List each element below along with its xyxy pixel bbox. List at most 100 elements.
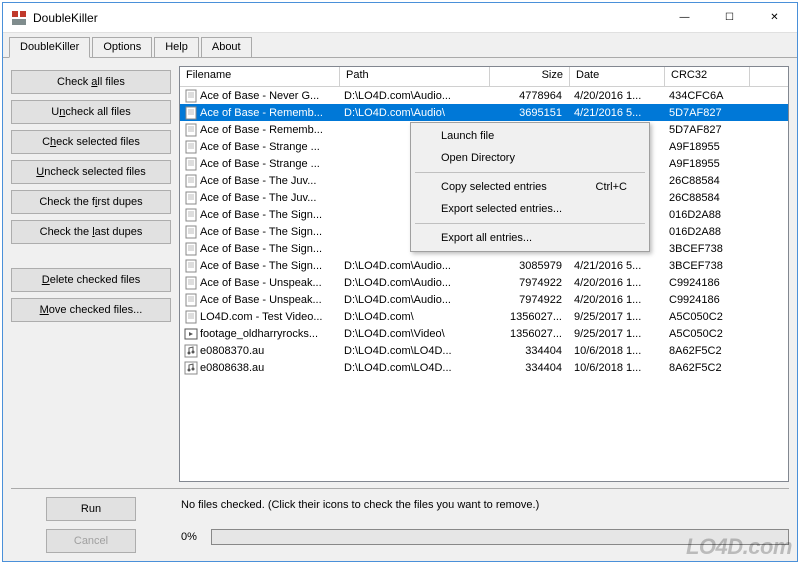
cell-date: 10/6/2018 1...: [570, 362, 665, 374]
check-all-button[interactable]: Check all files: [11, 70, 171, 94]
table-row[interactable]: Ace of Base - Never G...D:\LO4D.com\Audi…: [180, 87, 788, 104]
cell-date: 9/25/2017 1...: [570, 328, 665, 340]
table-row[interactable]: e0808370.auD:\LO4D.com\LO4D...33440410/6…: [180, 342, 788, 359]
doc-icon[interactable]: [184, 208, 198, 222]
cell-path: D:\LO4D.com\LO4D...: [340, 362, 490, 374]
cell-filename: e0808370.au: [180, 344, 340, 358]
cell-path: D:\LO4D.com\Audio...: [340, 90, 490, 102]
cell-size: 1356027...: [490, 328, 570, 340]
column-header-date[interactable]: Date: [570, 67, 665, 86]
cell-filename: Ace of Base - The Juv...: [180, 191, 340, 205]
audio-icon[interactable]: [184, 344, 198, 358]
cell-crc: 26C88584: [665, 192, 750, 204]
table-row[interactable]: Ace of Base - Unspeak...D:\LO4D.com\Audi…: [180, 274, 788, 291]
check-selected-button[interactable]: Check selected files: [11, 130, 171, 154]
cell-crc: 434CFC6A: [665, 90, 750, 102]
cell-date: 4/20/2016 1...: [570, 90, 665, 102]
table-row[interactable]: LO4D.com - Test Video...D:\LO4D.com\1356…: [180, 308, 788, 325]
sidebar: Check all files Uncheck all files Check se…: [11, 66, 171, 482]
table-row[interactable]: Ace of Base - Rememb...D:\LO4D.com\Audio…: [180, 104, 788, 121]
context-menu: Launch fileOpen Directory Copy selected e…: [410, 122, 650, 252]
doc-icon[interactable]: [184, 293, 198, 307]
move-checked-button[interactable]: Move checked files...: [11, 298, 171, 322]
listview-header: FilenamePathSizeDateCRC32: [180, 67, 788, 87]
doc-icon[interactable]: [184, 89, 198, 103]
cell-date: 10/6/2018 1...: [570, 345, 665, 357]
menu-separator: [415, 172, 645, 173]
cell-filename: Ace of Base - Unspeak...: [180, 276, 340, 290]
menu-separator: [415, 223, 645, 224]
cell-filename: Ace of Base - The Sign...: [180, 208, 340, 222]
doc-icon[interactable]: [184, 140, 198, 154]
menu-item-export-selected-entries[interactable]: Export selected entries...: [413, 198, 647, 220]
cell-size: 7974922: [490, 277, 570, 289]
cancel-button: Cancel: [46, 529, 136, 553]
cell-size: 4778964: [490, 90, 570, 102]
doc-icon[interactable]: [184, 157, 198, 171]
cell-date: 4/21/2016 5...: [570, 107, 665, 119]
close-button[interactable]: ✕: [752, 3, 797, 32]
delete-checked-button[interactable]: Delete checked files: [11, 268, 171, 292]
doc-icon[interactable]: [184, 242, 198, 256]
check-first-dupes-button[interactable]: Check the first dupes: [11, 190, 171, 214]
table-row[interactable]: footage_oldharryrocks...D:\LO4D.com\Vide…: [180, 325, 788, 342]
cell-crc: A9F18955: [665, 158, 750, 170]
cell-filename: Ace of Base - The Sign...: [180, 225, 340, 239]
status-message: No files checked. (Click their icons to …: [181, 499, 789, 511]
cell-path: D:\LO4D.com\LO4D...: [340, 345, 490, 357]
watermark: LO4D.com: [686, 534, 792, 560]
uncheck-all-button[interactable]: Uncheck all files: [11, 100, 171, 124]
cell-filename: Ace of Base - Strange ...: [180, 140, 340, 154]
video-icon[interactable]: [184, 327, 198, 341]
cell-filename: Ace of Base - Never G...: [180, 89, 340, 103]
tab-about[interactable]: About: [201, 37, 252, 57]
column-header-crc[interactable]: CRC32: [665, 67, 750, 86]
column-header-size[interactable]: Size: [490, 67, 570, 86]
cell-path: D:\LO4D.com\Audio...: [340, 260, 490, 272]
doc-icon[interactable]: [184, 310, 198, 324]
doc-icon[interactable]: [184, 174, 198, 188]
run-button[interactable]: Run: [46, 497, 136, 521]
cell-crc: 016D2A88: [665, 209, 750, 221]
cell-date: 4/20/2016 1...: [570, 277, 665, 289]
tab-help[interactable]: Help: [154, 37, 199, 57]
menu-item-launch-file[interactable]: Launch file: [413, 125, 647, 147]
maximize-button[interactable]: ☐: [707, 3, 752, 32]
table-row[interactable]: Ace of Base - Unspeak...D:\LO4D.com\Audi…: [180, 291, 788, 308]
menu-item-export-all-entries[interactable]: Export all entries...: [413, 227, 647, 249]
progress-label: 0%: [181, 531, 205, 543]
column-header-filename[interactable]: Filename: [180, 67, 340, 86]
cell-filename: Ace of Base - Rememb...: [180, 106, 340, 120]
doc-icon[interactable]: [184, 106, 198, 120]
cell-crc: C9924186: [665, 294, 750, 306]
table-row[interactable]: Ace of Base - The Sign...D:\LO4D.com\Aud…: [180, 257, 788, 274]
cell-crc: 016D2A88: [665, 226, 750, 238]
cell-path: D:\LO4D.com\Audio...: [340, 277, 490, 289]
column-header-path[interactable]: Path: [340, 67, 490, 86]
minimize-button[interactable]: —: [662, 3, 707, 32]
cell-crc: 3BCEF738: [665, 260, 750, 272]
menu-item-open-directory[interactable]: Open Directory: [413, 147, 647, 169]
uncheck-selected-button[interactable]: Uncheck selected files: [11, 160, 171, 184]
check-last-dupes-button[interactable]: Check the last dupes: [11, 220, 171, 244]
table-row[interactable]: e0808638.auD:\LO4D.com\LO4D...33440410/6…: [180, 359, 788, 376]
doc-icon[interactable]: [184, 259, 198, 273]
doc-icon[interactable]: [184, 225, 198, 239]
cell-crc: A5C050C2: [665, 311, 750, 323]
upper-panel: Check all files Uncheck all files Check se…: [11, 66, 789, 482]
tab-doublekiller[interactable]: DoubleKiller: [9, 37, 90, 58]
titlebar: DoubleKiller — ☐ ✕: [3, 3, 797, 33]
menu-item-copy-selected-entries[interactable]: Copy selected entriesCtrl+C: [413, 176, 647, 198]
tab-options[interactable]: Options: [92, 37, 152, 57]
cell-crc: 5D7AF827: [665, 124, 750, 136]
doc-icon[interactable]: [184, 123, 198, 137]
cell-size: 3085979: [490, 260, 570, 272]
tab-bar: DoubleKillerOptionsHelpAbout: [3, 33, 797, 58]
doc-icon[interactable]: [184, 276, 198, 290]
cell-path: D:\LO4D.com\: [340, 311, 490, 323]
app-icon: [11, 10, 27, 26]
doc-icon[interactable]: [184, 191, 198, 205]
cell-filename: LO4D.com - Test Video...: [180, 310, 340, 324]
cell-crc: A5C050C2: [665, 328, 750, 340]
audio-icon[interactable]: [184, 361, 198, 375]
